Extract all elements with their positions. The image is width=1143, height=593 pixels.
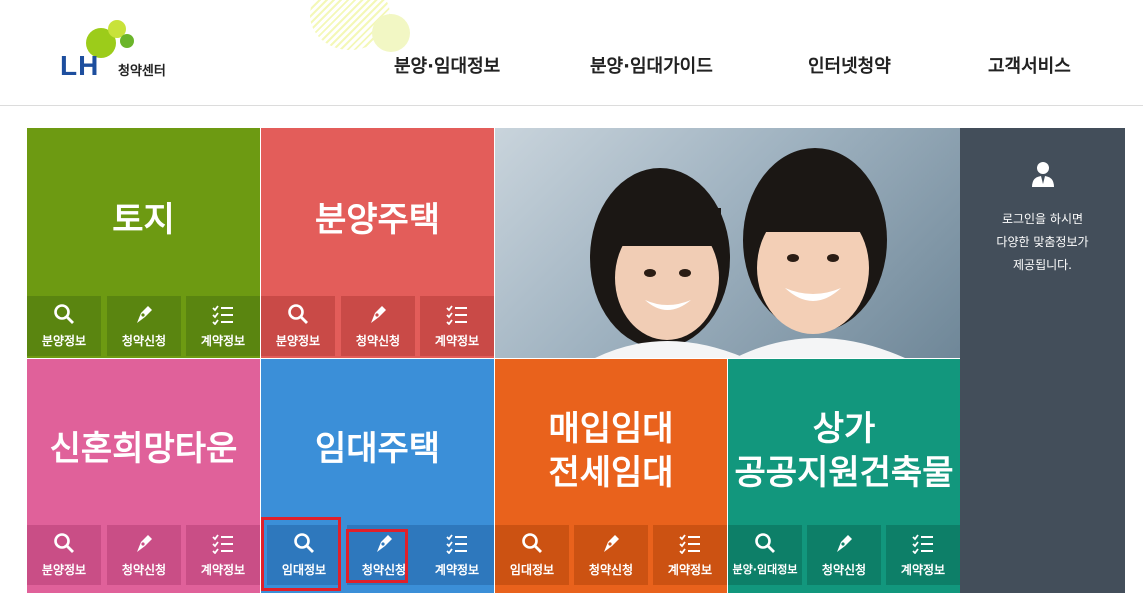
sub-contract-button[interactable]: 계약정보: [186, 525, 260, 585]
sub-label: 청약신청: [355, 334, 401, 348]
sub-rental-info-button[interactable]: 임대정보: [495, 525, 569, 585]
checklist-icon: [886, 531, 960, 555]
sub-label: 청약신청: [821, 563, 867, 577]
tile-commercial-public-building[interactable]: 상가 공공지원건축물 분양·임대정보 청약신청 계약정보: [728, 359, 960, 593]
logo-lh-text: LH: [60, 50, 100, 81]
tile-land[interactable]: 토지 분양정보 청약신청 계약정보: [27, 128, 260, 358]
tile-title: 신혼희망타운: [49, 429, 238, 469]
highlight-rental-info: [261, 517, 341, 591]
tile-title-line1: 상가: [812, 409, 876, 449]
tile-title: 임대주택: [314, 429, 441, 469]
tile-title: 토지: [112, 200, 175, 240]
checklist-icon: [653, 531, 727, 555]
pen-icon: [341, 302, 415, 326]
sub-label: 계약정보: [434, 334, 480, 348]
tile-title-line2: 전세임대: [548, 453, 674, 493]
tile-sub-row: 임대정보 청약신청 계약정보: [495, 525, 727, 587]
logo-dot: [120, 34, 134, 48]
sub-sale-info-button[interactable]: 분양정보: [27, 525, 101, 585]
nav-sale-rental-info[interactable]: 분양·임대정보: [394, 52, 500, 78]
logo-subtitle: 청약센터: [118, 64, 166, 79]
pen-icon: [107, 531, 181, 555]
sub-contract-button[interactable]: 계약정보: [653, 525, 727, 585]
sub-sale-rental-info-button[interactable]: 분양·임대정보: [728, 525, 802, 585]
login-prompt-line: 다양한 맞춤정보가: [996, 235, 1089, 249]
tile-sale-housing[interactable]: 분양주택 분양정보 청약신청 계약정보: [261, 128, 494, 358]
sub-contract-button[interactable]: 계약정보: [420, 525, 494, 585]
sub-apply-button[interactable]: 청약신청: [107, 296, 181, 356]
nav-internet-application[interactable]: 인터넷청약: [808, 52, 891, 78]
highlight-apply: [346, 529, 408, 583]
nav-customer-service[interactable]: 고객서비스: [988, 52, 1071, 78]
sub-label: 계약정보: [900, 563, 946, 577]
tile-sub-row: 분양정보 청약신청 계약정보: [27, 525, 260, 587]
user-icon: [1030, 160, 1056, 188]
tile-title-line1: 매입임대: [548, 409, 674, 449]
login-prompt-line: 로그인을 하시면: [1001, 212, 1084, 226]
site-header: LH 청약센터 분양·임대정보 분양·임대가이드 인터넷청약 고객서비스: [0, 0, 1143, 106]
sub-label: 계약정보: [200, 563, 246, 577]
search-icon: [728, 531, 802, 555]
tile-sub-row: 분양·임대정보 청약신청 계약정보: [728, 525, 960, 587]
sub-apply-button[interactable]: 청약신청: [574, 525, 648, 585]
login-panel[interactable]: 로그인을 하시면 다양한 맞춤정보가 제공됩니다.: [960, 128, 1125, 593]
sub-label: 임대정보: [509, 563, 555, 577]
tile-title: 분양주택: [314, 200, 441, 240]
checklist-icon: [186, 302, 260, 326]
nav-sale-rental-guide[interactable]: 분양·임대가이드: [590, 52, 713, 78]
sub-label: 청약신청: [121, 563, 167, 577]
sub-apply-button[interactable]: 청약신청: [107, 525, 181, 585]
tile-newlywed-hope-town[interactable]: 신혼희망타운 분양정보 청약신청 계약정보: [27, 359, 260, 593]
sub-label: 분양·임대정보: [732, 563, 798, 576]
tile-sub-row: 분양정보 청약신청 계약정보: [261, 296, 494, 358]
pen-icon: [574, 531, 648, 555]
sub-label: 분양정보: [41, 334, 87, 348]
checklist-icon: [420, 302, 494, 326]
sub-sale-info-button[interactable]: 분양정보: [261, 296, 335, 356]
tile-title-line2: 공공지원건축물: [734, 453, 954, 493]
search-icon: [495, 531, 569, 555]
pen-icon: [807, 531, 881, 555]
search-icon: [27, 302, 101, 326]
sub-label: 계약정보: [200, 334, 246, 348]
checklist-icon: [186, 531, 260, 555]
tile-sub-row: 분양정보 청약신청 계약정보: [27, 296, 260, 358]
pen-icon: [107, 302, 181, 326]
sub-apply-button[interactable]: 청약신청: [341, 296, 415, 356]
tile-purchase-lease-rental[interactable]: 매입임대 전세임대 임대정보 청약신청 계약정보: [495, 359, 727, 593]
sub-label: 청약신청: [588, 563, 634, 577]
sub-label: 계약정보: [434, 563, 480, 577]
sub-sale-info-button[interactable]: 분양정보: [27, 296, 101, 356]
sub-contract-button[interactable]: 계약정보: [420, 296, 494, 356]
login-prompt-text: 로그인을 하시면 다양한 맞춤정보가 제공됩니다.: [960, 208, 1125, 277]
sub-label: 분양정보: [275, 334, 321, 348]
login-prompt-line: 제공됩니다.: [1012, 258, 1072, 272]
lh-logo[interactable]: LH 청약센터: [60, 20, 190, 81]
decorative-circle: [372, 14, 410, 52]
search-icon: [261, 302, 335, 326]
sub-label: 계약정보: [667, 563, 713, 577]
search-icon: [27, 531, 101, 555]
sub-contract-button[interactable]: 계약정보: [186, 296, 260, 356]
children-photo-illustration: [590, 148, 905, 358]
sub-contract-button[interactable]: 계약정보: [886, 525, 960, 585]
sub-label: 분양정보: [41, 563, 87, 577]
checklist-icon: [420, 531, 494, 555]
sub-label: 청약신청: [121, 334, 167, 348]
sub-apply-button[interactable]: 청약신청: [807, 525, 881, 585]
hero-photo-children: [495, 128, 960, 358]
